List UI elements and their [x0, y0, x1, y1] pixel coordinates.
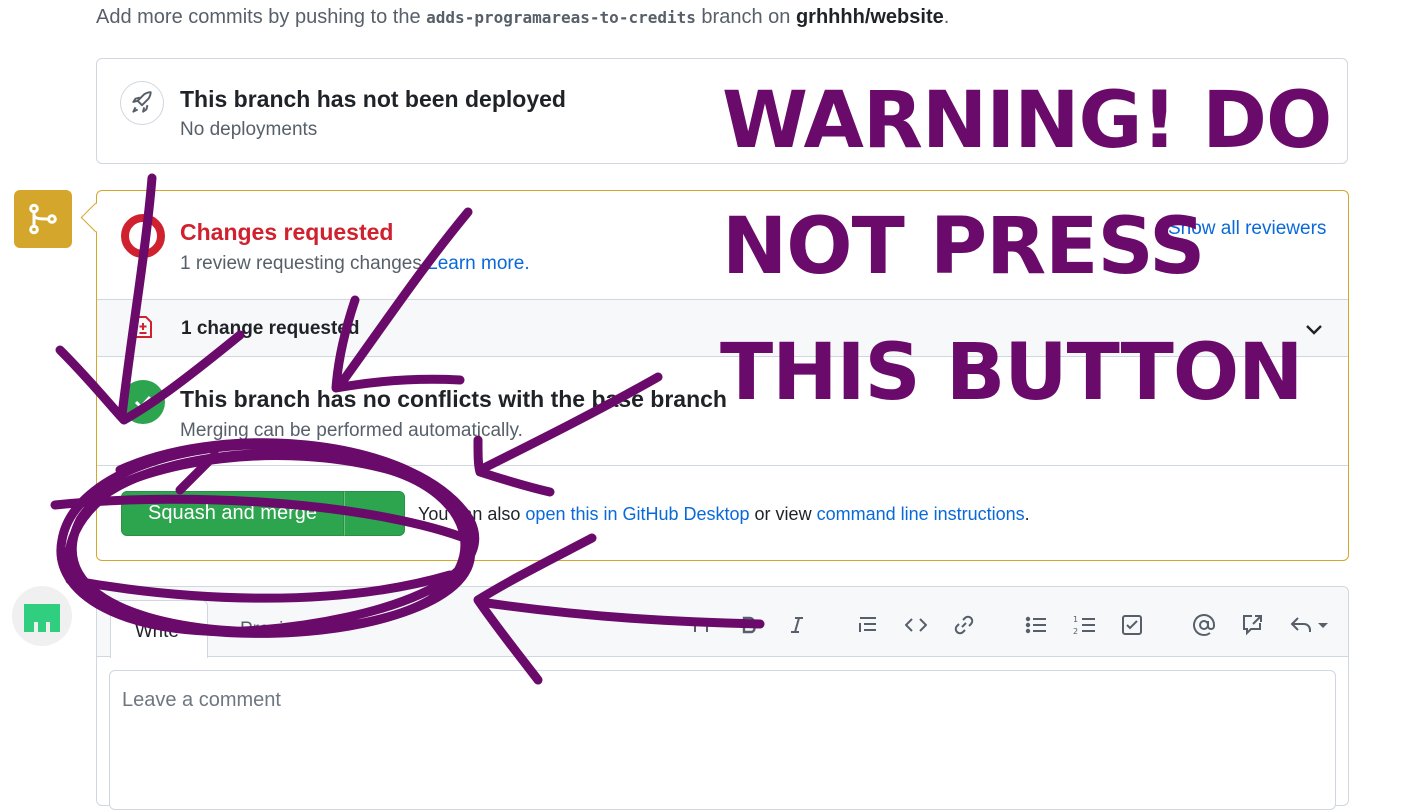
no-conflicts-subtitle: Merging can be performed automatically.: [180, 420, 523, 441]
changes-requested-subtitle: 1 review requesting changes Learn more.: [180, 253, 530, 274]
chevron-down-icon[interactable]: [1302, 320, 1326, 345]
mention-icon[interactable]: [1191, 612, 1217, 638]
branch-name: adds-programareas-to-credits: [426, 8, 696, 27]
changes-requested-title: Changes requested: [180, 219, 394, 245]
changes-requested-count: 1 change requested: [181, 318, 360, 339]
rocket-icon: [120, 81, 164, 125]
learn-more-link[interactable]: Learn more.: [427, 253, 529, 274]
caret-down-icon: [369, 511, 380, 517]
check-circle-icon: [121, 380, 165, 424]
quote-icon[interactable]: [855, 612, 881, 638]
changes-requested-icon: [120, 213, 166, 259]
cross-reference-icon[interactable]: [1239, 612, 1265, 638]
warning-line-3: THIS BUTTON: [720, 328, 1303, 418]
heading-icon[interactable]: [688, 612, 714, 638]
no-conflicts-title: This branch has no conflicts with the ba…: [180, 386, 727, 412]
squash-and-merge-button[interactable]: Squash and merge: [121, 491, 344, 536]
file-diff-icon: [132, 315, 154, 344]
merge-alternatives: You can also open this in GitHub Desktop…: [418, 504, 1030, 524]
deployment-title: This branch has not been deployed: [180, 86, 566, 112]
numbered-list-icon[interactable]: 12: [1071, 612, 1097, 638]
bold-icon[interactable]: [736, 612, 762, 638]
italic-icon[interactable]: [784, 612, 810, 638]
push-instructions: Add more commits by pushing to the adds-…: [96, 6, 950, 28]
comment-textarea[interactable]: [109, 670, 1336, 810]
repo-name: grhhhh/website: [795, 6, 944, 28]
reply-icon[interactable]: [1288, 612, 1332, 638]
comment-placeholder: Leave a comment: [122, 689, 281, 711]
command-line-instructions-link[interactable]: command line instructions: [817, 504, 1025, 524]
link-icon[interactable]: [951, 612, 977, 638]
git-merge-icon: [14, 190, 72, 248]
tab-write[interactable]: Write: [110, 600, 208, 658]
divider: [97, 465, 1348, 466]
code-icon[interactable]: [903, 612, 929, 638]
bulleted-list-icon[interactable]: [1023, 612, 1049, 638]
task-list-icon[interactable]: [1119, 612, 1145, 638]
svg-text:1: 1: [1073, 615, 1078, 624]
open-github-desktop-link[interactable]: open this in GitHub Desktop: [525, 504, 749, 524]
merge-options-dropdown[interactable]: [344, 491, 405, 536]
warning-line-1: WARNING! DO: [722, 76, 1332, 166]
svg-text:2: 2: [1073, 627, 1078, 636]
tab-preview[interactable]: Preview: [240, 619, 308, 641]
avatar[interactable]: [12, 586, 72, 646]
warning-line-2: NOT PRESS: [722, 202, 1205, 292]
deployment-subtitle: No deployments: [180, 119, 318, 140]
